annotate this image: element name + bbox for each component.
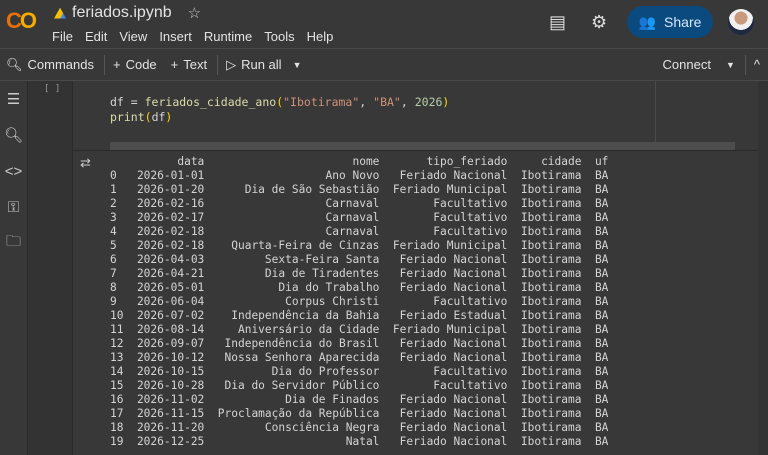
play-icon: ▷ [226,57,236,73]
add-text-button[interactable]: + Text [171,57,207,72]
share-label: Share [664,14,701,30]
output-divider [72,150,768,151]
code-token: ( [145,110,152,124]
drive-icon [54,8,66,19]
ruler-line [655,81,656,151]
output-row: 8 2026-05-01 Dia do Trabalho Feriado Nac… [110,281,608,295]
output-row: 0 2026-01-01 Ano Novo Feriado Nacional I… [110,169,608,183]
commands-button[interactable]: 🔍︎ Commands [6,57,94,73]
menu-runtime[interactable]: Runtime [204,29,252,44]
code-token: , [359,95,373,109]
output-row: 14 2026-10-15 Dia do Professor Facultati… [110,365,608,379]
output-row: 19 2026-12-25 Natal Feriado Nacional Ibo… [110,435,608,449]
code-token: df = [110,95,145,109]
code-label: Code [126,57,157,72]
divider [217,55,218,75]
collapse-icon[interactable]: ^ [754,57,760,72]
cell-gutter [28,81,72,455]
toolbar: 🔍︎ Commands + Code + Text ▷ Run all ▼ Connect… [0,48,768,81]
output-row: 16 2026-11-02 Dia de Finados Feriado Nac… [110,393,608,407]
menu-view[interactable]: View [119,29,147,44]
plus-icon: + [171,57,179,72]
divider [745,55,746,75]
header: CO feriados.ipynb ☆ File Edit View Inser… [0,0,768,48]
code-editor[interactable]: df = feriados_cidade_ano( "Ibotirama", "B… [110,95,449,125]
comments-icon[interactable]: ▤ [549,12,566,33]
gear-icon[interactable]: ⚙ [591,12,607,33]
menu-file[interactable]: File [52,29,73,44]
menu-insert[interactable]: Insert [159,29,192,44]
code-token: df [152,110,166,124]
vertical-scrollbar[interactable] [758,81,768,455]
output-row: 12 2026-09-07 Independência do Brasil Fe… [110,337,608,351]
find-icon[interactable]: 🔍︎ [0,117,27,153]
output-row: 1 2026-01-20 Dia de São Sebastião Feriad… [110,183,608,197]
menu-help[interactable]: Help [307,29,334,44]
output-row: 2 2026-02-16 Carnaval Facultativo Ibotir… [110,197,608,211]
add-code-button[interactable]: + Code [113,57,157,72]
code-line: df = feriados_cidade_ano("Ibotirama", "B… [110,95,449,110]
code-token: 2026 [415,95,443,109]
chevron-down-icon[interactable]: ▼ [293,60,302,70]
star-icon[interactable]: ☆ [188,4,201,22]
code-token: ) [165,110,172,124]
share-button[interactable]: 👥 Share [627,6,713,38]
left-sidebar: ☰ 🔍︎ <> ⚿ 🗀 [0,81,28,455]
code-token: , [401,95,415,109]
code-token: feriados_cidade_ano [145,95,277,109]
plus-icon: + [113,57,121,72]
filename[interactable]: feriados.ipynb [72,4,172,22]
chevron-down-icon[interactable]: ▼ [726,60,735,70]
divider [104,55,105,75]
run-all-button[interactable]: ▷ Run all ▼ [226,57,301,73]
output-row: 15 2026-10-28 Dia do Servidor Público Fa… [110,379,608,393]
output-actions-icon[interactable]: ⇄ [80,155,91,171]
search-icon: 🔍︎ [6,57,23,73]
code-snippets-icon[interactable]: <> [0,153,27,189]
commands-label: Commands [28,57,94,72]
output-row: 6 2026-04-03 Sexta-Feira Santa Feriado N… [110,253,608,267]
folder-icon[interactable]: 🗀 [0,225,27,261]
run-all-label: Run all [241,57,281,72]
output-row: 7 2026-04-21 Dia de Tiradentes Feriado N… [110,267,608,281]
code-token: "Ibotirama" [283,95,359,109]
code-line: print(df) [110,110,449,125]
output-row: 3 2026-02-17 Carnaval Facultativo Ibotir… [110,211,608,225]
output-row: 13 2026-10-12 Nossa Senhora Aparecida Fe… [110,351,608,365]
people-icon: 👥 [639,14,656,31]
menu-tools[interactable]: Tools [264,29,294,44]
output-row: 9 2026-06-04 Corpus Christi Facultativo … [110,295,608,309]
table-of-contents-icon[interactable]: ☰ [0,81,27,117]
connect-label: Connect [663,57,711,72]
connect-button[interactable]: Connect ▼ [663,57,735,72]
text-label: Text [183,57,207,72]
code-token: ) [442,95,449,109]
output-header-row: data nome tipo_feriado cidade uf [110,155,608,169]
menu-bar: File Edit View Insert Runtime Tools Help [52,29,345,44]
output-row: 17 2026-11-15 Proclamação da República F… [110,407,608,421]
output-row: 4 2026-02-18 Carnaval Facultativo Ibotir… [110,225,608,239]
horizontal-scrollbar[interactable] [110,142,735,150]
output-row: 11 2026-08-14 Aniversário da Cidade Feri… [110,323,608,337]
code-token: "BA" [373,95,401,109]
output-row: 10 2026-07-02 Independência da Bahia Fer… [110,309,608,323]
key-icon[interactable]: ⚿ [0,189,27,225]
run-cell-button[interactable]: [ ] [44,84,60,94]
notebook-title: feriados.ipynb ☆ [54,4,201,22]
avatar[interactable] [728,9,754,35]
cell-output: data nome tipo_feriado cidade uf0 2026-0… [110,155,608,449]
code-token: print [110,110,145,124]
output-row: 5 2026-02-18 Quarta-Feira de Cinzas Feri… [110,239,608,253]
menu-edit[interactable]: Edit [85,29,107,44]
colab-logo[interactable]: CO [6,8,35,34]
output-row: 18 2026-11-20 Consciência Negra Feriado … [110,421,608,435]
